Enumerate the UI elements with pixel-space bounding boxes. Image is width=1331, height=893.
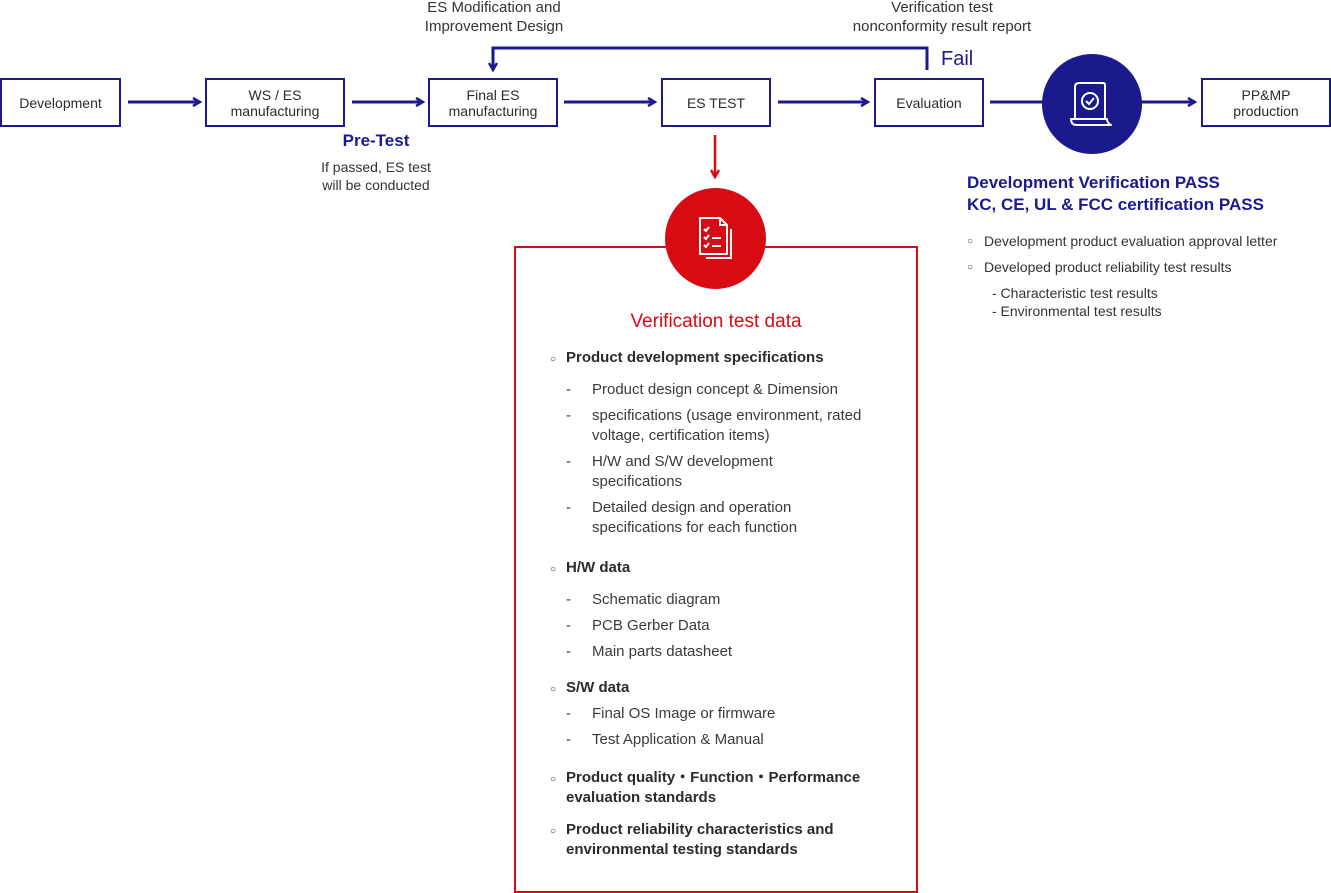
step-label: PP&MP production [1233, 86, 1299, 119]
step-ws-es-manufacturing: WS / ES manufacturing [205, 78, 345, 127]
section-item: - Main parts datasheet [566, 643, 733, 660]
step-label: ES TEST [686, 94, 746, 111]
circle-bullet-icon: ○ [967, 262, 974, 273]
section-heading: ○ Product development specifications [548, 348, 898, 368]
sub-list-item: - Characteristic test results [992, 285, 1158, 301]
circle-bullet-icon: ○ [550, 826, 557, 837]
section-heading: ○ H/W data [548, 558, 898, 578]
step-label: Evaluation [896, 94, 962, 111]
section-heading: ○ Product quality・Function・Performance ev… [550, 769, 861, 806]
circle-bullet-icon: ○ [550, 564, 557, 575]
circle-bullet-icon: ○ [550, 774, 557, 785]
fail-loop-arrow [493, 46, 929, 70]
sub-list-item: - Environmental test results [992, 303, 1162, 319]
pass-title-line2: KC, CE, UL & FCC certification PASS [967, 195, 1264, 214]
circle-bullet-icon: ○ [550, 684, 557, 695]
section-item: - Detailed design and operation specifica… [566, 499, 798, 536]
list-item: ○ Development product evaluation approva… [967, 232, 1331, 250]
verification-list: ○ Product development specifications - Pro… [548, 348, 898, 860]
dash-bullet-icon: - [566, 453, 571, 470]
dash-bullet-icon: - [566, 731, 571, 748]
list-item-text: Development product evaluation approval … [984, 233, 1278, 249]
circle-bullet-icon: ○ [967, 236, 974, 247]
step-es-test: ES TEST [661, 78, 771, 127]
dash-bullet-icon: - [566, 407, 571, 424]
section-item: - Test Application & Manual [566, 731, 764, 748]
section-heading: ○ S/W data [548, 678, 898, 698]
pass-title: Development Verification PASS KC, CE, UL… [967, 172, 1264, 216]
list-item-text: Developed product reliability test resul… [984, 259, 1232, 275]
section-item: - specifications (usage environment, rate… [566, 407, 862, 444]
section-heading: ○ Product reliability characteristics and… [550, 821, 834, 858]
pretest-caption: If passed, ES test will be conducted [321, 159, 431, 193]
section-item: - Product design concept & Dimension [566, 381, 838, 398]
pass-circle [1042, 54, 1142, 154]
verification-data-panel: Verification test data ○ Product developm… [514, 246, 918, 893]
step-final-es-manufacturing: Final ES manufacturing [428, 78, 558, 127]
dash-bullet-icon: - [566, 617, 571, 634]
verification-title: Verification test data [630, 311, 802, 332]
dash-bullet-icon: - [566, 591, 571, 608]
dash-bullet-icon: - [566, 499, 571, 516]
fail-label: Fail [941, 48, 974, 70]
circle-bullet-icon: ○ [550, 354, 557, 365]
checklist-document-icon [698, 216, 732, 259]
section-item: - Schematic diagram [566, 591, 721, 608]
verification-data-circle [665, 188, 766, 289]
dash-bullet-icon: - [566, 705, 571, 722]
step-label: Development [19, 94, 102, 111]
loop-right-caption: Verification test nonconformity result r… [852, 0, 1032, 35]
dash-bullet-icon: - [566, 643, 571, 660]
loop-left-caption: ES Modification and Improvement Design [424, 0, 564, 35]
certificate-check-icon [1070, 82, 1112, 126]
pass-title-line1: Development Verification PASS [967, 173, 1220, 192]
section-item: - PCB Gerber Data [566, 617, 710, 634]
pass-deliverables-list: ○ Development product evaluation approva… [967, 232, 1331, 320]
step-development: Development [0, 78, 121, 127]
section-item: - H/W and S/W development specifications [566, 453, 773, 490]
step-pp-mp-production: PP&MP production [1201, 78, 1331, 127]
pretest-title: Pre-Test [342, 131, 410, 150]
dash-bullet-icon: - [566, 381, 571, 398]
list-item: ○ Developed product reliability test res… [967, 258, 1331, 276]
step-label: WS / ES manufacturing [230, 86, 320, 119]
section-item: - Final OS Image or firmware [566, 705, 776, 722]
step-evaluation: Evaluation [874, 78, 984, 127]
step-label: Final ES manufacturing [448, 86, 538, 119]
